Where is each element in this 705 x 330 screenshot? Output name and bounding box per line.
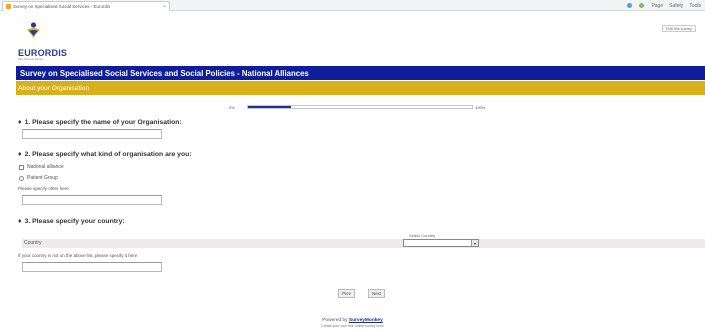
option-patient-group[interactable]: Patient Group <box>19 175 58 181</box>
country-select[interactable]: ▾ <box>403 239 479 247</box>
option-national-alliance[interactable]: National alliance <box>19 164 64 170</box>
progress-end-label: 100% <box>475 104 486 110</box>
tab-close-icon[interactable]: × <box>163 4 166 10</box>
section-title: About your Organisation <box>16 81 705 95</box>
favicon-icon <box>6 4 11 9</box>
other-label: Please specify other here <box>18 186 69 191</box>
prev-button[interactable]: Prev <box>338 289 355 298</box>
country-other-label: If your country is not on the above list… <box>18 253 138 258</box>
logo-subtitle: Rare Diseases Europe <box>18 58 44 61</box>
required-bullet-icon: ♦ <box>18 151 22 158</box>
progress-start-label: 0% <box>229 104 235 110</box>
feeds-icon <box>639 3 645 8</box>
logo-text: EURORDIS <box>18 48 68 58</box>
progress-track <box>247 105 473 109</box>
select-country-caption: Select Country <box>409 233 436 238</box>
browser-toolbar: Page Safety Tools <box>627 1 701 10</box>
edit-survey-button[interactable]: Edit this survey <box>662 25 696 32</box>
browser-chrome: Survey on Specialised Social Services - … <box>0 0 705 11</box>
question-3: ♦ 3. Please specify your country: <box>18 218 125 225</box>
country-label: Country <box>24 240 42 246</box>
required-bullet-icon: ♦ <box>18 218 22 225</box>
radio-patient-group[interactable] <box>19 175 24 181</box>
progress-bar: 0% 100% <box>229 104 485 110</box>
organisation-other-input[interactable] <box>22 195 162 205</box>
surveymonkey-link[interactable]: SurveyMonkey <box>349 318 383 323</box>
tools-menu[interactable]: Tools <box>689 3 701 9</box>
question-2-text: 2. Please specify what kind of organisat… <box>24 151 192 158</box>
footer-promo[interactable]: Create your own free online survey now! <box>0 324 705 328</box>
required-bullet-icon: ♦ <box>18 119 22 126</box>
organisation-name-input[interactable] <box>22 129 162 139</box>
question-3-text: 3. Please specify your country: <box>24 218 125 225</box>
question-1: ♦ 1. Please specify the name of your Org… <box>18 119 182 126</box>
browser-tab[interactable]: Survey on Specialised Social Services - … <box>2 1 170 11</box>
question-2: ♦ 2. Please specify what kind of organis… <box>18 151 192 158</box>
home-button[interactable] <box>627 3 633 8</box>
radio-national-alliance[interactable] <box>19 164 24 170</box>
country-other-input[interactable] <box>22 262 162 272</box>
next-button[interactable]: Next <box>368 289 385 298</box>
eurordis-logo-icon <box>27 22 40 38</box>
safety-menu[interactable]: Safety <box>669 3 683 9</box>
chevron-down-icon[interactable]: ▾ <box>471 240 478 246</box>
footer: Powered by SurveyMonkey Create your own … <box>0 318 705 328</box>
feeds-button[interactable] <box>639 3 645 8</box>
tab-title: Survey on Specialised Social Services - … <box>13 4 111 9</box>
survey-title: Survey on Specialised Social Services an… <box>16 66 705 80</box>
powered-by-label: Powered by <box>322 318 348 323</box>
page-menu[interactable]: Page <box>651 3 663 9</box>
home-icon <box>627 3 633 8</box>
eurordis-logo: EURORDIS Rare Diseases Europe <box>18 15 67 61</box>
progress-fill <box>248 106 291 108</box>
country-row: Country ▾ <box>22 239 705 248</box>
question-1-text: 1. Please specify the name of your Organ… <box>24 119 182 126</box>
